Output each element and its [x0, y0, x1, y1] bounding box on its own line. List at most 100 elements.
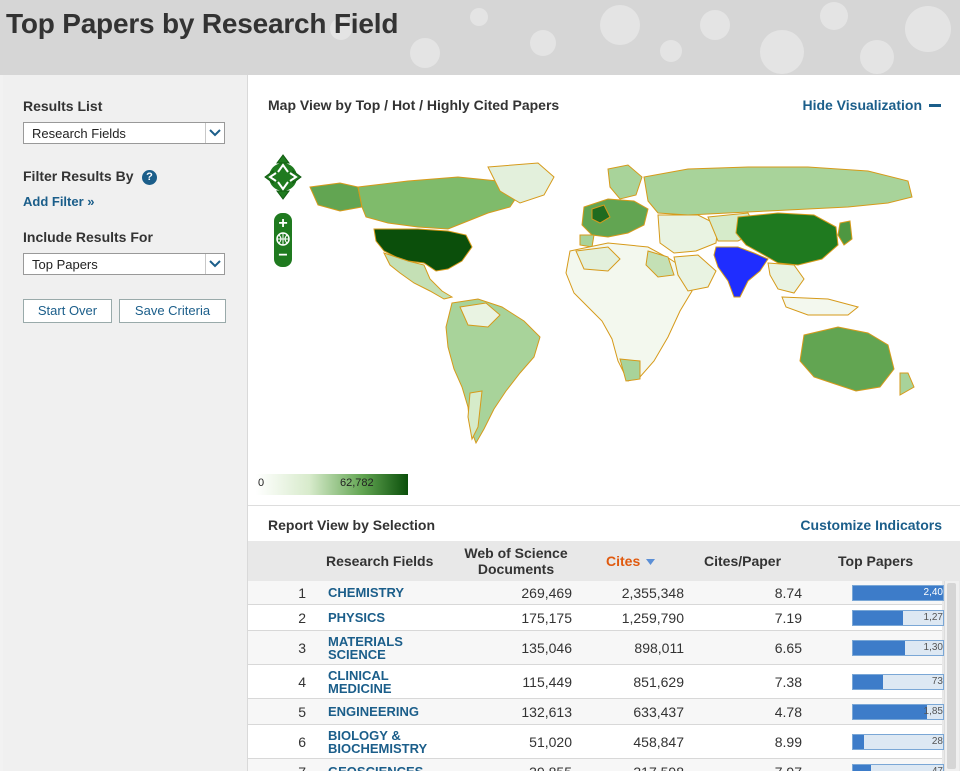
- bar-value: 47: [932, 766, 943, 771]
- row-field-link[interactable]: BIOLOGY & BIOCHEMISTRY: [328, 729, 428, 755]
- row-field-link[interactable]: CHEMISTRY: [328, 586, 468, 599]
- vertical-scrollbar[interactable]: [944, 581, 959, 771]
- start-over-button[interactable]: Start Over: [23, 299, 112, 323]
- row-field-link[interactable]: CLINICAL MEDICINE: [328, 669, 428, 695]
- page-title: Top Papers by Research Field: [6, 8, 399, 39]
- filter-label: Filter Results By: [23, 168, 134, 184]
- table-row[interactable]: 6 BIOLOGY & BIOCHEMISTRY 51,020 458,847 8.99…: [248, 725, 944, 759]
- help-icon[interactable]: ?: [142, 170, 157, 185]
- row-cites-per-paper: 4.78: [774, 704, 802, 720]
- row-cites: 317,598: [633, 764, 684, 771]
- page-banner: Top Papers by Research Field: [0, 0, 960, 75]
- map-pan-control[interactable]: [264, 154, 302, 200]
- main-panel: Map View by Top / Hot / Highly Cited Pap…: [248, 75, 960, 771]
- bar-value: 1,27: [923, 612, 943, 623]
- row-cites: 851,629: [633, 674, 684, 690]
- row-field-link[interactable]: MATERIALS SCIENCE: [328, 635, 428, 661]
- row-wos-documents: 175,175: [521, 610, 572, 626]
- row-cites-per-paper: 7.97: [775, 764, 802, 771]
- bar-fill: [853, 735, 864, 749]
- row-wos-documents: 135,046: [521, 640, 572, 656]
- table-row[interactable]: 1 CHEMISTRY 269,469 2,355,348 8.74 2,40: [248, 581, 944, 605]
- row-cites-per-paper: 7.38: [774, 674, 802, 690]
- bar-value: 73: [931, 676, 943, 687]
- row-cites: 458,847: [633, 734, 684, 750]
- row-cites-per-paper: 6.65: [774, 640, 802, 656]
- column-header-cites[interactable]: Cites: [606, 553, 656, 569]
- row-rank: 5: [298, 704, 306, 720]
- table-row[interactable]: 7 GEOSCIENCES 39,855 317,598 7.97 47: [248, 759, 944, 771]
- table-row[interactable]: 2 PHYSICS 175,175 1,259,790 7.19 1,27: [248, 605, 944, 631]
- report-table: Research Fields Web of Science Documents…: [248, 541, 960, 771]
- add-filter-link[interactable]: Add Filter »: [23, 194, 95, 209]
- include-results-label: Include Results For: [23, 229, 153, 245]
- legend-min-value: 0: [258, 477, 265, 489]
- save-criteria-button[interactable]: Save Criteria: [119, 299, 226, 323]
- row-top-papers-bar: 73: [852, 674, 944, 690]
- chevron-down-icon: [205, 254, 224, 274]
- bar-fill: [853, 641, 906, 655]
- map-zoom-control[interactable]: + −: [274, 213, 292, 267]
- row-top-papers-bar: 28: [852, 734, 944, 750]
- table-row[interactable]: 4 CLINICAL MEDICINE 115,449 851,629 7.38 73: [248, 665, 944, 699]
- cites-header-label: Cites: [606, 553, 641, 569]
- row-field-link[interactable]: GEOSCIENCES: [328, 765, 468, 771]
- row-cites-per-paper: 8.99: [774, 734, 802, 750]
- bar-value: 1,30: [923, 642, 943, 653]
- map-heading: Map View by Top / Hot / Highly Cited Pap…: [268, 97, 560, 113]
- row-cites: 1,259,790: [621, 610, 684, 626]
- include-results-value: Top Papers: [32, 257, 98, 272]
- results-list-value: Research Fields: [32, 126, 126, 141]
- row-field-link[interactable]: ENGINEERING: [328, 705, 468, 718]
- hide-visualization-link[interactable]: Hide Visualization: [802, 97, 922, 113]
- svg-text:−: −: [278, 247, 287, 264]
- bar-fill: [853, 705, 927, 719]
- customize-indicators-link[interactable]: Customize Indicators: [800, 517, 942, 533]
- world-map[interactable]: + −: [248, 147, 960, 507]
- row-cites-per-paper: 8.74: [774, 585, 802, 601]
- scrollbar-thumb[interactable]: [947, 583, 956, 769]
- column-header-cites-per-paper[interactable]: Cites/Paper: [704, 553, 781, 569]
- column-header-top-papers[interactable]: Top Papers: [838, 553, 913, 569]
- row-rank: 3: [298, 640, 306, 656]
- legend-max-value: 62,782: [340, 477, 374, 489]
- table-row[interactable]: 5 ENGINEERING 132,613 633,437 4.78 1,85: [248, 699, 944, 725]
- bar-value: 28: [931, 736, 943, 747]
- row-rank: 6: [298, 734, 306, 750]
- chevron-down-icon: [205, 123, 224, 143]
- bar-value: 2,40: [923, 587, 943, 598]
- row-wos-documents: 269,469: [521, 585, 572, 601]
- section-divider: [248, 505, 960, 506]
- bar-value: 1,85: [923, 706, 943, 717]
- minus-icon[interactable]: [929, 104, 941, 107]
- row-rank: 7: [248, 764, 306, 771]
- results-list-select[interactable]: Research Fields: [23, 122, 225, 144]
- bar-fill: [853, 675, 883, 689]
- report-heading: Report View by Selection: [268, 517, 436, 533]
- row-top-papers-bar: 47: [852, 764, 944, 771]
- row-rank: 4: [298, 674, 306, 690]
- row-top-papers-bar: 1,30: [852, 640, 944, 656]
- row-cites: 633,437: [633, 704, 684, 720]
- sidebar: Results List Research Fields Filter Resu…: [3, 75, 248, 771]
- map-color-legend: 0 62,782: [256, 474, 408, 495]
- column-header-wos-documents[interactable]: Web of Science Documents: [452, 545, 580, 577]
- row-top-papers-bar: 1,27: [852, 610, 944, 626]
- svg-text:+: +: [278, 215, 287, 232]
- row-field-link[interactable]: PHYSICS: [328, 611, 468, 624]
- sort-desc-icon: [646, 559, 656, 566]
- bar-fill: [853, 765, 871, 771]
- row-wos-documents: 132,613: [521, 704, 572, 720]
- table-row[interactable]: 3 MATERIALS SCIENCE 135,046 898,011 6.65 1,30: [248, 631, 944, 665]
- bar-fill: [853, 611, 904, 625]
- row-cites: 898,011: [634, 640, 684, 656]
- include-results-select[interactable]: Top Papers: [23, 253, 225, 275]
- row-cites-per-paper: 7.19: [774, 610, 802, 626]
- row-top-papers-bar: 1,85: [852, 704, 944, 720]
- row-wos-documents: 115,449: [522, 674, 572, 690]
- row-wos-documents: 51,020: [529, 734, 572, 750]
- row-wos-documents: 39,855: [529, 764, 572, 771]
- row-cites: 2,355,348: [621, 585, 684, 601]
- column-header-research-fields[interactable]: Research Fields: [326, 553, 433, 569]
- row-top-papers-bar: 2,40: [852, 585, 944, 601]
